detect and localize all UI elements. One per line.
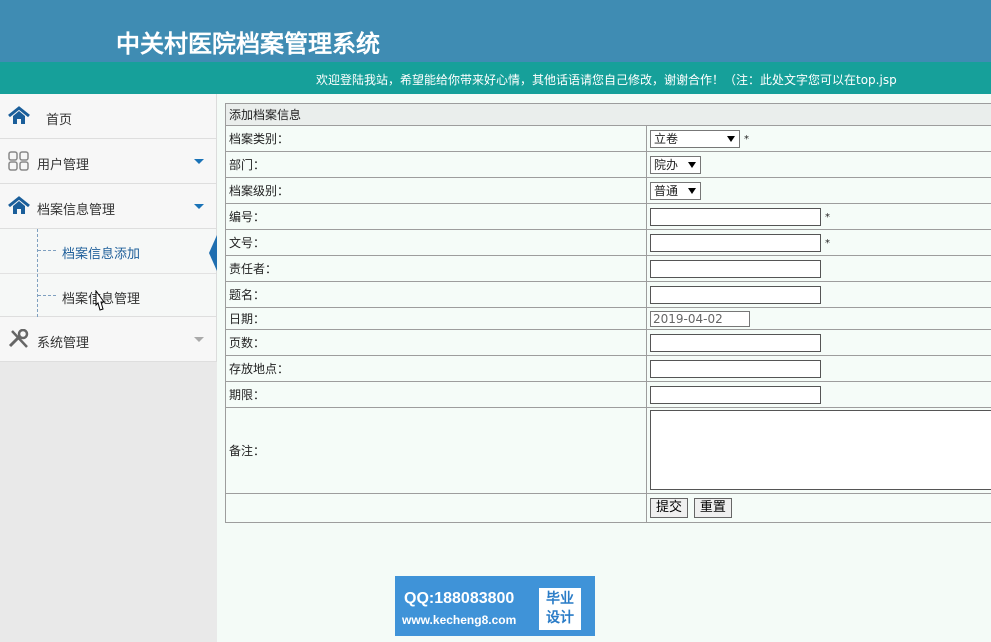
sidebar-subitem-manage-archive[interactable]: 档案信息管理 <box>0 273 216 317</box>
sidebar-item-label: 档案信息管理 <box>37 203 116 218</box>
main-content: 添加档案信息 档案类别： 立卷 * 部门： 院办 档案级别： 普通 编号： * 文… <box>217 94 991 642</box>
mouse-cursor-icon <box>95 290 105 311</box>
date-input[interactable]: 2019-04-02 <box>650 310 750 327</box>
watermark-badge: 毕业 设计 <box>539 588 581 630</box>
sidebar-subitem-add-archive[interactable]: 档案信息添加 <box>0 229 217 273</box>
field-label-term: 期限： <box>225 381 647 408</box>
marquee-bar: 欢迎登陆我站，希望能给你带来好心情，其他话语请您自己修改，谢谢合作！（注：此处文… <box>0 62 991 94</box>
app-header: 中关村医院档案管理系统 <box>0 0 991 62</box>
sidebar-item-label: 系统管理 <box>37 336 90 351</box>
field-label-pages: 页数： <box>225 329 647 356</box>
sidebar-item-system[interactable]: 系统管理 <box>0 317 216 362</box>
sidebar-item-label: 首页 <box>46 113 73 128</box>
wrench-icon <box>8 329 29 348</box>
required-mark: * <box>825 212 830 223</box>
submit-button[interactable]: 提交 <box>650 498 689 518</box>
form-header: 添加档案信息 <box>225 103 991 126</box>
required-mark: * <box>744 134 749 145</box>
remarks-textarea[interactable] <box>650 410 991 490</box>
number-input[interactable] <box>650 207 821 226</box>
home-icon <box>8 196 30 214</box>
watermark-url: www.kecheng8.com <box>402 613 517 627</box>
field-label-remarks: 备注： <box>225 407 647 494</box>
sidebar-item-archives[interactable]: 档案信息管理 <box>0 184 216 229</box>
field-label-doc-no: 文号： <box>225 229 647 256</box>
term-input[interactable] <box>650 385 821 404</box>
reset-button[interactable]: 重置 <box>693 498 732 518</box>
sidebar-subitem-label: 档案信息添加 <box>62 247 141 262</box>
sidebar-menu: 首页 用户管理 档案信息管理 档案信息添加 系统管理 <box>0 94 217 362</box>
doc-no-input[interactable] <box>650 233 821 252</box>
chevron-down-icon <box>194 159 204 164</box>
field-label-department: 部门： <box>225 151 647 178</box>
owner-input[interactable] <box>650 259 821 278</box>
field-label-location: 存放地点： <box>225 355 647 382</box>
level-select[interactable]: 普通 <box>650 181 701 200</box>
home-icon <box>8 106 30 124</box>
field-label-number: 编号： <box>225 203 647 230</box>
archive-form: 添加档案信息 档案类别： 立卷 * 部门： 院办 档案级别： 普通 编号： * 文… <box>225 103 991 523</box>
active-pointer-icon <box>209 235 217 271</box>
watermark-qq: QQ:188083800 <box>404 590 515 607</box>
grid-icon <box>8 151 29 171</box>
field-label-owner: 责任者： <box>225 255 647 282</box>
marquee-text: 欢迎登陆我站，希望能给你带来好心情，其他话语请您自己修改，谢谢合作！（注：此处文… <box>316 73 897 87</box>
dropdown-arrow-icon <box>727 135 735 142</box>
dropdown-arrow-icon <box>688 187 696 194</box>
sidebar: 首页 用户管理 档案信息管理 档案信息添加 系统管理 <box>0 94 217 642</box>
category-select[interactable]: 立卷 <box>650 129 740 148</box>
chevron-down-icon <box>194 337 204 342</box>
field-label-date: 日期： <box>225 307 647 330</box>
chevron-down-icon <box>194 204 204 209</box>
sidebar-item-home[interactable]: 首页 <box>0 94 216 139</box>
archives-submenu: 档案信息添加 档案信息管理 <box>0 229 217 317</box>
title-input[interactable] <box>650 285 821 304</box>
pages-input[interactable] <box>650 333 821 352</box>
app-title: 中关村医院档案管理系统 <box>116 29 380 58</box>
location-input[interactable] <box>650 359 821 378</box>
department-select[interactable]: 院办 <box>650 155 701 174</box>
watermark: QQ:188083800 www.kecheng8.com 毕业 设计 <box>395 576 595 636</box>
required-mark: * <box>825 238 830 249</box>
field-label-title: 题名： <box>225 281 647 308</box>
sidebar-item-label: 用户管理 <box>37 158 90 173</box>
dropdown-arrow-icon <box>688 161 696 168</box>
field-label-category: 档案类别： <box>225 125 647 152</box>
field-label-level: 档案级别： <box>225 177 647 204</box>
sidebar-item-users[interactable]: 用户管理 <box>0 139 216 184</box>
